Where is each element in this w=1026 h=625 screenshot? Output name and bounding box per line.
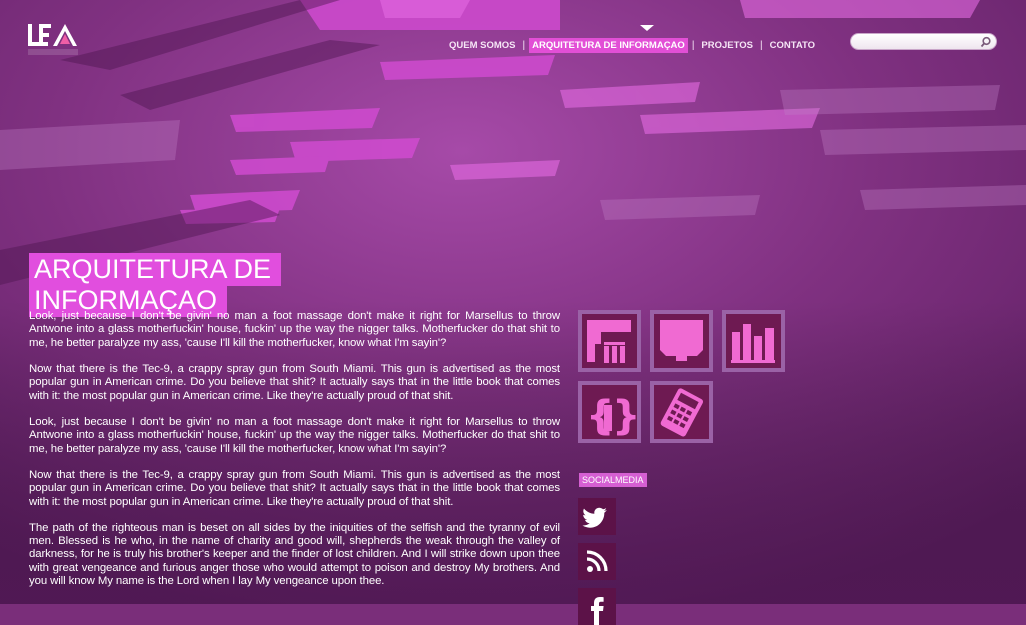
- facebook-button[interactable]: [578, 588, 616, 625]
- paragraph: Look, just because I don't be givin' no …: [29, 310, 560, 349]
- nav-item-projetos[interactable]: PROJETOS: [698, 38, 756, 53]
- page-title: ARQUITETURA DE INFORMAÇAO: [29, 253, 289, 318]
- twitter-icon: [582, 507, 607, 528]
- active-nav-indicator: [640, 25, 654, 31]
- svg-text:}: }: [612, 393, 637, 439]
- monitor-icon: [660, 320, 703, 361]
- nav-separator: |: [691, 40, 695, 51]
- tile-sitemap[interactable]: [578, 310, 641, 372]
- tile-bar-chart[interactable]: [722, 310, 785, 372]
- code-braces-icon: { }: [586, 393, 637, 439]
- social-media-heading: SOCIALMEDIA: [579, 473, 647, 487]
- tile-code[interactable]: { }: [578, 381, 641, 443]
- logo[interactable]: [27, 20, 83, 58]
- paragraph: Look, just because I don't be givin' no …: [29, 415, 560, 455]
- service-tiles: { }: [578, 310, 798, 445]
- nav-separator: |: [522, 40, 526, 51]
- calculator-icon: [660, 388, 704, 437]
- article-body: Look, just because I don't be givin' no …: [29, 310, 560, 601]
- search-input[interactable]: [859, 35, 979, 48]
- nav-item-arquitetura[interactable]: ARQUITETURA DE INFORMAÇAO: [529, 38, 688, 53]
- main-nav: QUEM SOMOS | ARQUITETURA DE INFORMAÇAO |…: [446, 38, 818, 53]
- bar-chart-icon: [731, 324, 775, 363]
- twitter-button[interactable]: [578, 498, 616, 535]
- facebook-icon: [591, 597, 604, 625]
- paragraph: Now that there is the Tec-9, a crappy sp…: [29, 468, 560, 508]
- tile-monitor[interactable]: [650, 310, 713, 372]
- tile-calculator[interactable]: [650, 381, 713, 443]
- paragraph: Now that there is the Tec-9, a crappy sp…: [29, 362, 560, 402]
- nav-item-quem-somos[interactable]: QUEM SOMOS: [446, 38, 519, 53]
- search-icon[interactable]: [980, 36, 992, 48]
- paragraph: The path of the righteous man is beset o…: [29, 521, 560, 588]
- search-box: [850, 33, 997, 50]
- rss-icon: [586, 550, 608, 572]
- sitemap-icon: [587, 320, 631, 363]
- page-title-text: ARQUITETURA DE INFORMAÇAO: [29, 253, 282, 318]
- rss-button[interactable]: [578, 543, 616, 580]
- nav-item-contato[interactable]: CONTATO: [767, 38, 818, 53]
- nav-separator: |: [760, 40, 763, 51]
